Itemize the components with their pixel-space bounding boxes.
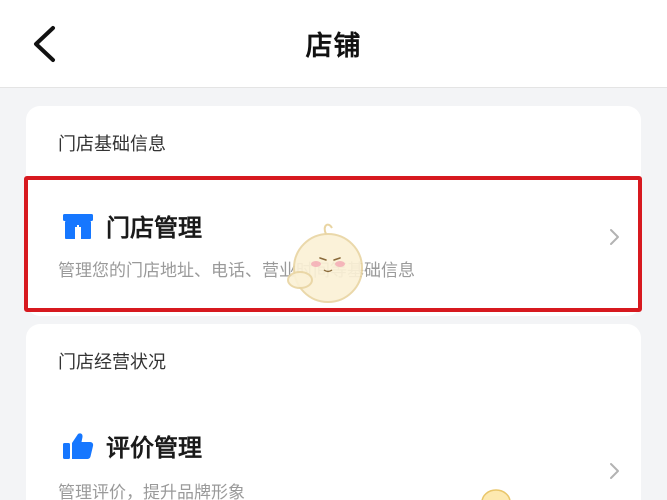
chevron-right-icon: [610, 463, 619, 479]
store-management-description: 管理您的门店地址、电话、营业时间等基础信息: [58, 261, 415, 281]
store-basic-info-card: 门店基础信息 门店管理 管理您的门店地址、电话、营业时间等基础信息: [26, 106, 641, 316]
thumbs-up-icon: [63, 432, 94, 459]
review-management-label: 评价管理: [106, 434, 202, 462]
store-management-label: 门店管理: [106, 214, 202, 242]
page-title: 店铺: [305, 31, 362, 62]
review-management-title-row: 评价管理: [62, 428, 202, 463]
store-management-title-row: 门店管理: [62, 208, 202, 243]
section-header-basic-info: 门店基础信息: [58, 134, 166, 155]
review-management-item[interactable]: 评价管理 管理评价，提升品牌形象: [26, 410, 641, 500]
chevron-right-icon: [610, 229, 619, 245]
store-operating-status-card: 门店经营状况 评价管理 管理评价，提升品牌形象: [26, 324, 641, 500]
section-header-operating-status: 门店经营状况: [58, 352, 166, 373]
review-management-description: 管理评价，提升品牌形象: [58, 483, 245, 500]
storefront-icon: [63, 213, 93, 239]
store-management-item[interactable]: 门店管理 管理您的门店地址、电话、营业时间等基础信息: [26, 174, 641, 310]
top-navbar: 店铺: [0, 0, 667, 88]
